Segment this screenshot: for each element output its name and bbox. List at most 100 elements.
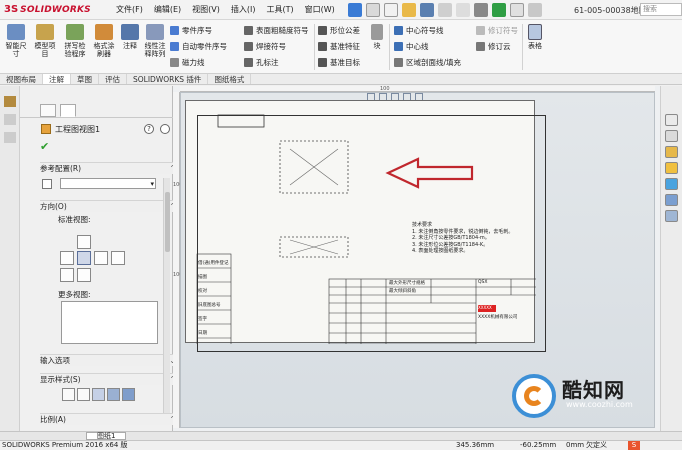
datum-feature-icon [318,42,327,51]
home-icon[interactable] [366,3,380,17]
datum-feature-button[interactable]: 基准特征 [318,41,360,52]
sheet-icon[interactable] [4,114,16,125]
open-folder-icon[interactable] [402,3,416,17]
center-mark-button[interactable]: 中心符号线 [394,25,444,36]
scrollbar-thumb[interactable] [165,192,170,252]
menu-window[interactable]: 窗口(W) [305,4,335,15]
left-block-label: 校对 [198,289,207,294]
menu-tools[interactable]: 工具(T) [266,4,293,15]
appearances-icon[interactable] [665,178,678,190]
options-gear-icon[interactable] [528,3,542,17]
hole-callout-button[interactable]: 孔标注 [244,57,279,68]
resources-icon[interactable] [665,130,678,142]
property-manager-tab[interactable] [60,104,76,117]
left-block-label: 借(通)用件登记 [198,261,229,266]
view-isometric-button[interactable] [60,268,74,282]
left-block-label: 旧底图总号 [198,303,221,308]
note-button[interactable]: 注释 [120,24,140,50]
magnetic-line-button[interactable]: 磁力线 [170,57,205,68]
custom-properties-icon[interactable] [665,210,678,222]
red-arrow-annotation [385,157,474,189]
ime-icon[interactable]: S [628,441,640,450]
smart-dimension-button[interactable]: 智能尺寸 [3,24,29,58]
spell-checker-button[interactable]: 拼写检验程序 [62,24,88,58]
edit-icon[interactable] [4,96,16,107]
import-options-header[interactable]: 输入选项 ⌄ [40,354,180,366]
format-painter-button[interactable]: 格式涂刷器 [91,24,117,58]
solidworks-logo[interactable]: 3S SOLIDWORKS [4,4,104,15]
reference-config-header[interactable]: 参考配置(R) ⌃ [40,162,180,174]
view-right-button[interactable] [94,251,108,265]
save-icon[interactable] [420,3,434,17]
shaded-button[interactable] [122,388,135,401]
status-bar: SOLIDWORKS Premium 2016 x64 版 345.36mm -… [0,440,682,450]
shaded-edges-button[interactable] [107,388,120,401]
menu-edit[interactable]: 编辑(E) [154,4,181,15]
menu-file[interactable]: 文件(F) [116,4,143,15]
design-library-icon[interactable] [665,146,678,158]
display-style-header[interactable]: 显示样式(S) ⌃ [40,373,180,385]
new-document-icon[interactable] [384,3,398,17]
sheet-tab[interactable]: 图纸1 [86,432,126,440]
reference-config-dropdown[interactable]: ▾ [60,178,156,189]
view-front-button[interactable] [77,251,91,265]
drawing-sheet[interactable]: 技术要求 1. 未注倒角按零件要求，锐边倒钝，去毛刺。 2. 未注尺寸公差按GB… [185,100,546,352]
hidden-lines-removed-button[interactable] [92,388,105,401]
linear-note-pattern-button[interactable]: 线性注释阵列 [143,24,167,58]
ok-check-icon[interactable]: ✔ [40,140,49,153]
tab-solidworks-addins[interactable]: SOLIDWORKS 插件 [127,74,209,84]
select-pointer-icon[interactable] [474,3,488,17]
title-code: QSX [478,280,488,285]
balloon-button[interactable]: 零件序号 [170,25,212,36]
area-hatch-button[interactable]: 区域剖面线/填充 [394,57,461,68]
view-left-button[interactable] [60,251,74,265]
cursor-z: 0mm [566,441,585,449]
watermark-logo-icon [512,374,556,418]
file-explorer-icon[interactable] [665,162,678,174]
panel-scrollbar[interactable] [163,178,170,413]
feature-tree-tab[interactable] [40,104,56,117]
pin-icon[interactable] [348,3,362,17]
revision-symbol-button[interactable]: 修订符号 [476,25,518,36]
tab-sheet-format[interactable]: 图纸格式 [208,74,252,84]
auto-balloon-button[interactable]: 自动零件序号 [170,41,227,52]
view-bottom-button[interactable] [77,268,91,282]
print-icon[interactable] [438,3,452,17]
geometric-tolerance-button[interactable]: 形位公差 [318,25,360,36]
search-input[interactable]: 搜索 [640,3,682,16]
hidden-lines-visible-button[interactable] [77,388,90,401]
layers-icon[interactable] [4,132,16,143]
cursor-y: -60.25mm [520,441,557,449]
home-icon[interactable] [665,114,678,126]
datum-target-button[interactable]: 基准目标 [318,57,360,68]
centerline-button[interactable]: 中心线 [394,41,429,52]
model-items-button[interactable]: 模型项目 [32,24,58,58]
more-views-list[interactable] [61,301,158,344]
view-top-button[interactable] [77,235,91,249]
pin-panel-icon[interactable] [160,124,170,134]
tab-evaluate[interactable]: 评估 [99,74,127,84]
revision-cloud-button[interactable]: 修订云 [476,41,511,52]
menu-insert[interactable]: 插入(I) [231,4,256,15]
surface-finish-button[interactable]: 表面粗糙度符号 [244,25,309,36]
undo-icon[interactable] [456,3,470,17]
file-properties-icon[interactable] [510,3,524,17]
wireframe-button[interactable] [62,388,75,401]
table-button[interactable]: 表格 [526,24,544,50]
orientation-header[interactable]: 方向(O) ⌃ [40,200,180,212]
view-palette-icon[interactable] [665,194,678,206]
drawing-view-1[interactable] [279,140,349,194]
drawing-view-2[interactable] [279,236,349,258]
rebuild-icon[interactable] [492,3,506,17]
tab-sketch[interactable]: 草图 [71,74,99,84]
menu-view[interactable]: 视图(V) [192,4,220,15]
tab-annotation[interactable]: 注解 [43,74,71,84]
watermark-name: 酷知网 [562,378,625,402]
tab-view-layout[interactable]: 视图布局 [0,74,43,84]
block-button[interactable]: 块 [370,24,384,50]
config-icon [42,179,52,189]
view-back-button[interactable] [111,251,125,265]
help-icon[interactable]: ? [144,124,154,134]
scale-header[interactable]: 比例(A) ⌃ [40,413,180,425]
weld-symbol-button[interactable]: 焊接符号 [244,41,286,52]
